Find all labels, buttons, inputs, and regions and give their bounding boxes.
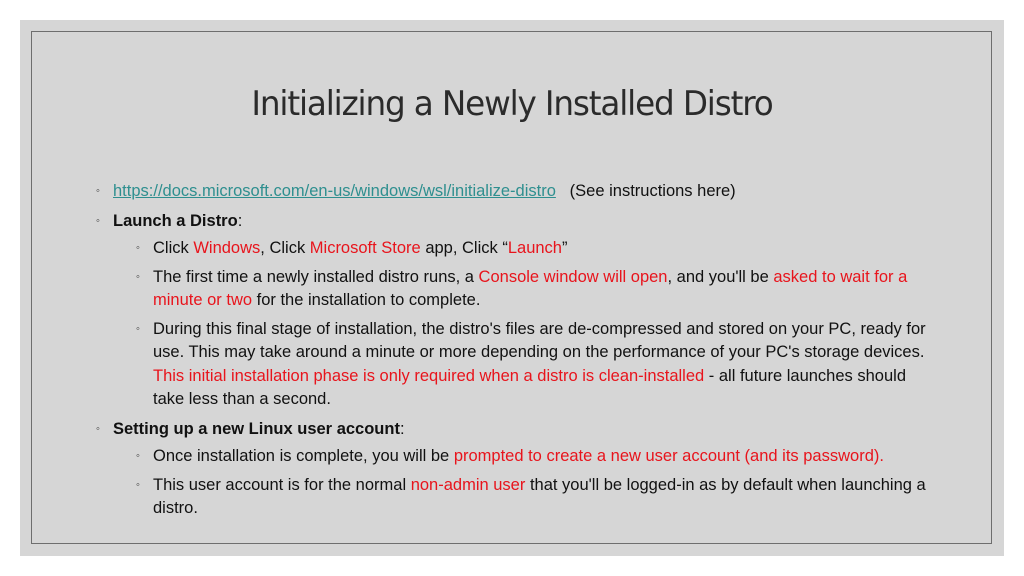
circle-bullet-icon: ◦ bbox=[96, 422, 100, 435]
highlighted-text: prompted to create a new user account (a… bbox=[453, 447, 884, 465]
circle-bullet-icon: ◦ bbox=[136, 322, 140, 335]
sub-item: ◦ Once installation is complete, you wil… bbox=[136, 445, 936, 469]
circle-bullet-icon: ◦ bbox=[136, 450, 140, 462]
text-segment: for the installation to complete. bbox=[252, 291, 481, 309]
section-heading: Setting up a new Linux user account bbox=[113, 419, 400, 438]
text-segment: app, Click “ bbox=[420, 239, 508, 257]
highlighted-text: Console window will open bbox=[478, 267, 668, 286]
circle-bullet-icon: ◦ bbox=[96, 214, 100, 227]
sub-item: ◦ During this final stage of installatio… bbox=[136, 318, 936, 412]
bullet-link: ◦ https://docs.microsoft.com/en-us/windo… bbox=[96, 180, 936, 204]
sub-item: ◦ Click Windows, Click Microsoft Store a… bbox=[136, 237, 936, 261]
sub-item-text: Click Windows, Click Microsoft Store app… bbox=[153, 239, 567, 257]
text-segment: The first time a newly installed distro … bbox=[153, 267, 479, 286]
highlighted-text: This initial installation phase is only … bbox=[153, 366, 705, 385]
bullet-launch-distro: ◦ Launch a Distro: ◦ Click Windows, Clic… bbox=[96, 210, 936, 412]
text-segment: ” bbox=[561, 239, 568, 257]
docs-link[interactable]: https://docs.microsoft.com/en-us/windows… bbox=[113, 182, 556, 200]
heading-colon: : bbox=[399, 419, 405, 438]
sub-list: ◦ Once installation is complete, you wil… bbox=[113, 445, 936, 521]
circle-bullet-icon: ◦ bbox=[136, 478, 140, 491]
slide-content: ◦ https://docs.microsoft.com/en-us/windo… bbox=[96, 180, 936, 527]
sub-item-text: During this final stage of installation,… bbox=[153, 320, 926, 409]
link-note: (See instructions here) bbox=[569, 182, 736, 200]
slide-title: Initializing a Newly Installed Distro bbox=[251, 84, 773, 124]
text-segment: During this final stage of installation,… bbox=[153, 319, 926, 362]
highlighted-text: Microsoft Store bbox=[309, 239, 421, 257]
text-segment: This user account is for the normal bbox=[153, 475, 411, 494]
sub-item: ◦ This user account is for the normal no… bbox=[136, 474, 936, 521]
highlighted-text: non-admin user bbox=[410, 475, 526, 494]
sub-item-text: Once installation is complete, you will … bbox=[153, 447, 884, 465]
text-segment: , and you'll be bbox=[667, 267, 774, 286]
text-segment: Click bbox=[153, 239, 194, 257]
sub-item-text: This user account is for the normal non-… bbox=[153, 476, 926, 518]
sub-list: ◦ Click Windows, Click Microsoft Store a… bbox=[113, 237, 936, 412]
highlighted-text: Windows bbox=[193, 239, 261, 257]
highlighted-text: Launch bbox=[507, 239, 562, 257]
sub-item-text: The first time a newly installed distro … bbox=[153, 268, 907, 310]
text-segment: , Click bbox=[260, 239, 310, 257]
bullet-user-account: ◦ Setting up a new Linux user account: ◦… bbox=[96, 418, 936, 521]
sub-item: ◦ The first time a newly installed distr… bbox=[136, 266, 936, 313]
text-segment: Once installation is complete, you will … bbox=[153, 447, 454, 465]
circle-bullet-icon: ◦ bbox=[136, 242, 140, 254]
circle-bullet-icon: ◦ bbox=[136, 270, 140, 283]
section-heading: Launch a Distro bbox=[113, 211, 238, 230]
heading-colon: : bbox=[237, 211, 243, 230]
circle-bullet-icon: ◦ bbox=[96, 185, 100, 197]
